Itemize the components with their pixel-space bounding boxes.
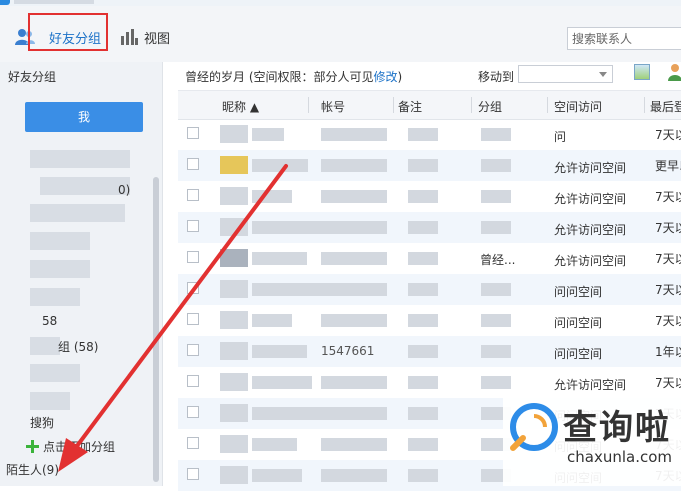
watermark-brand: 查询啦	[563, 408, 671, 448]
chaxunla-logo-icon	[510, 403, 558, 451]
watermark-domain: chaxunla.com	[567, 448, 672, 466]
watermark: 查询啦 chaxunla.com	[503, 392, 681, 486]
